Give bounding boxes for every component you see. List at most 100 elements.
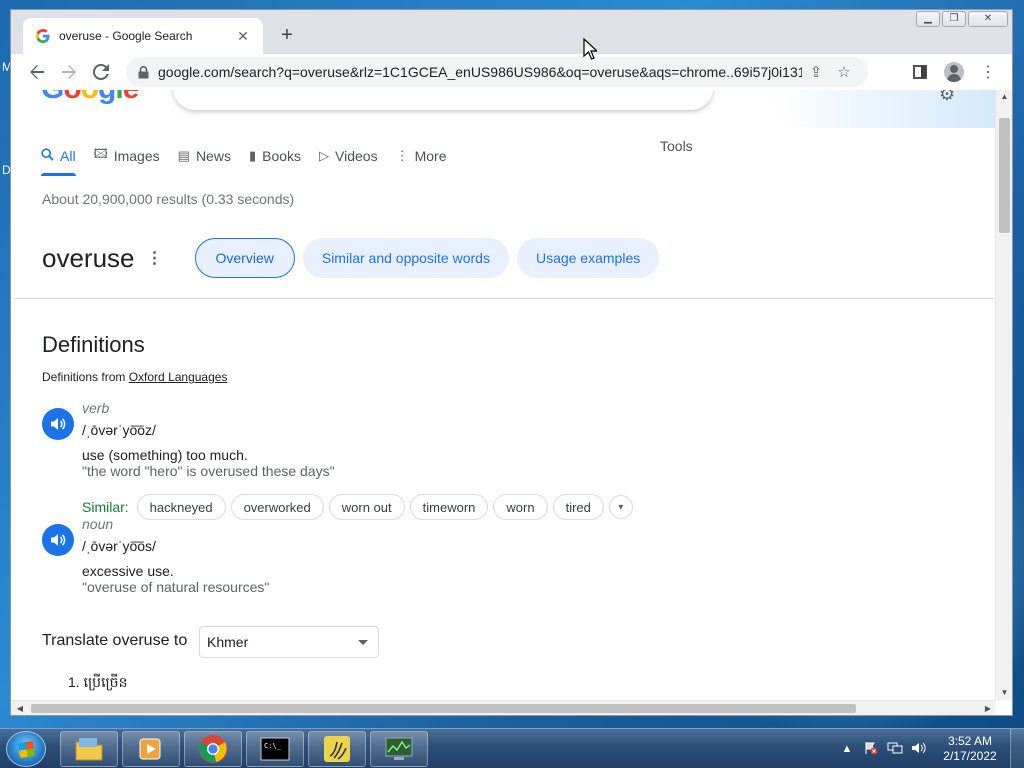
tab-label: More [414, 148, 447, 164]
search-icon [41, 148, 54, 164]
tab-images[interactable]: 🖾 Images [94, 136, 160, 174]
similar-word-chip[interactable]: worn [493, 494, 548, 520]
network-icon[interactable] [886, 741, 904, 758]
menu-kebab-icon[interactable]: ⋮ [974, 58, 1002, 86]
scroll-left-arrow-icon[interactable]: ◀ [13, 701, 27, 715]
pronounce-noun-speaker-icon[interactable] [42, 524, 74, 556]
settings-gear-icon[interactable]: ⚙ [939, 90, 955, 105]
definitions-title: Definitions [42, 332, 145, 357]
scroll-up-arrow-icon[interactable]: ▲ [996, 90, 1012, 104]
expand-chevron-down-icon[interactable]: ▾ [608, 495, 633, 519]
window-controls: ▁ ❐ ✕ [916, 11, 1008, 27]
google-favicon-icon [35, 28, 51, 44]
avatar [944, 62, 964, 82]
tab-more[interactable]: ⋮ More [396, 136, 447, 174]
bookmark-star-icon[interactable]: ☆ [830, 63, 858, 81]
show-desktop-button[interactable] [1010, 729, 1024, 768]
side-panel-icon[interactable] [906, 58, 934, 86]
similar-word-chip[interactable]: timeworn [409, 494, 489, 520]
image-icon: 🖾 [93, 146, 108, 161]
url-text[interactable]: google.com/search?q=overuse&rlz=1C1GCEA_… [158, 64, 802, 80]
system-tray: ▲ 3:52 AM 2/17/2022 [838, 729, 1024, 768]
tab-label: News [195, 148, 231, 164]
logo-letter: o [63, 90, 81, 105]
logo-letter: l [115, 90, 123, 105]
horizontal-scroll-thumb[interactable] [31, 704, 856, 713]
page-viewport: Google ⚙ All 🖾 Images ▤ News ▮ Books [11, 90, 1012, 715]
new-tab-button[interactable]: + [275, 24, 299, 48]
oxford-languages-link[interactable]: Oxford Languages [129, 370, 228, 384]
tools-button[interactable]: Tools [660, 138, 693, 154]
translation-item: 1. ប្រើច្រើន [68, 674, 128, 690]
volume-speaker-icon[interactable] [910, 741, 928, 758]
back-arrow-icon[interactable] [21, 56, 53, 88]
dropdown-caret-icon [358, 640, 368, 645]
play-icon: ▷ [319, 148, 330, 163]
toolbar-right: ⋮ [906, 58, 1002, 86]
svg-text:C:\_: C:\_ [264, 742, 282, 750]
show-hidden-icons-arrow-icon[interactable]: ▲ [838, 743, 856, 755]
language-select[interactable]: Khmer [199, 626, 379, 658]
similar-word-chip[interactable]: tired [552, 494, 604, 520]
action-center-flag-icon[interactable] [862, 741, 880, 758]
google-logo[interactable]: Google [41, 90, 139, 106]
logo-letter: o [81, 90, 99, 105]
tab-videos[interactable]: ▷ Videos [319, 136, 378, 174]
example-text: "the word "hero" is overused these days" [82, 463, 335, 479]
media-player-taskbar-icon[interactable] [122, 731, 180, 767]
app-hand-taskbar-icon[interactable] [308, 731, 366, 767]
scroll-down-arrow-icon[interactable]: ▼ [996, 686, 1012, 700]
tab-books[interactable]: ▮ Books [249, 136, 301, 174]
phonetic: /ˌōvərˈyo͞oz/ [82, 422, 156, 438]
tab-news[interactable]: ▤ News [178, 136, 231, 174]
minimize-button[interactable]: ▁ [916, 11, 940, 27]
tab-all[interactable]: All [41, 136, 76, 176]
vertical-scrollbar[interactable]: ▲ ▼ [995, 90, 1012, 700]
scroll-right-arrow-icon[interactable]: ▶ [981, 701, 995, 715]
more-vert-icon: ⋮ [395, 148, 409, 163]
taskbar-clock[interactable]: 3:52 AM 2/17/2022 [934, 734, 1006, 764]
result-stats: About 20,900,000 results (0.33 seconds) [42, 191, 295, 207]
start-button[interactable] [6, 731, 46, 767]
reload-icon[interactable] [85, 56, 117, 88]
chip-overview[interactable]: Overview [194, 238, 295, 278]
logo-letter: g [98, 90, 116, 105]
browser-tab[interactable]: overuse - Google Search ✕ [23, 18, 263, 54]
chip-usage-examples[interactable]: Usage examples [516, 238, 660, 278]
browser-toolbar: google.com/search?q=overuse&rlz=1C1GCEA_… [11, 54, 1012, 90]
tab-label: Books [262, 148, 302, 164]
clock-time: 3:52 AM [947, 734, 993, 748]
horizontal-scrollbar[interactable]: ◀ ▶ [11, 700, 995, 715]
profile-icon[interactable] [940, 58, 968, 86]
tab-title: overuse - Google Search [59, 29, 193, 43]
vertical-scroll-thumb[interactable] [999, 118, 1010, 233]
browser-window: overuse - Google Search ✕ + ▁ ❐ ✕ google… [10, 9, 1013, 716]
part-of-speech: noun [82, 516, 114, 532]
phonetic: /ˌōvərˈyo͞os/ [82, 538, 156, 554]
search-input[interactable] [173, 90, 713, 110]
more-options-icon[interactable]: ⋮ [147, 248, 163, 268]
close-tab-icon[interactable]: ✕ [235, 28, 251, 45]
chrome-taskbar-icon[interactable] [184, 731, 242, 767]
taskbar: C:\_ ▲ 3:52 AM 2/17/2022 [0, 728, 1024, 768]
file-explorer-taskbar-icon[interactable] [60, 731, 118, 767]
definitions-from-prefix: Definitions from [42, 370, 126, 384]
forward-arrow-icon[interactable] [53, 56, 85, 88]
pronounce-verb-speaker-icon[interactable] [42, 408, 74, 440]
book-icon: ▮ [248, 148, 257, 163]
chip-similar-opposite[interactable]: Similar and opposite words [302, 238, 509, 278]
address-bar[interactable]: google.com/search?q=overuse&rlz=1C1GCEA_… [126, 57, 868, 87]
lock-icon[interactable] [136, 65, 150, 79]
share-icon[interactable]: ⇪ [802, 63, 830, 81]
tab-label: Videos [335, 148, 378, 164]
similar-word-chip[interactable]: overworked [230, 494, 324, 520]
task-manager-taskbar-icon[interactable] [370, 731, 428, 767]
command-prompt-taskbar-icon[interactable]: C:\_ [246, 731, 304, 767]
tab-label: All [60, 148, 76, 164]
similar-word-chip[interactable]: worn out [328, 494, 405, 520]
similar-word-chip[interactable]: hackneyed [136, 494, 226, 520]
search-nav-tabs: All 🖾 Images ▤ News ▮ Books ▷ Videos ⋮ M… [41, 136, 465, 176]
maximize-button[interactable]: ❐ [942, 11, 966, 27]
close-window-button[interactable]: ✕ [968, 11, 1008, 27]
dictionary-header: overuse ⋮ Overview Similar and opposite … [42, 238, 667, 278]
